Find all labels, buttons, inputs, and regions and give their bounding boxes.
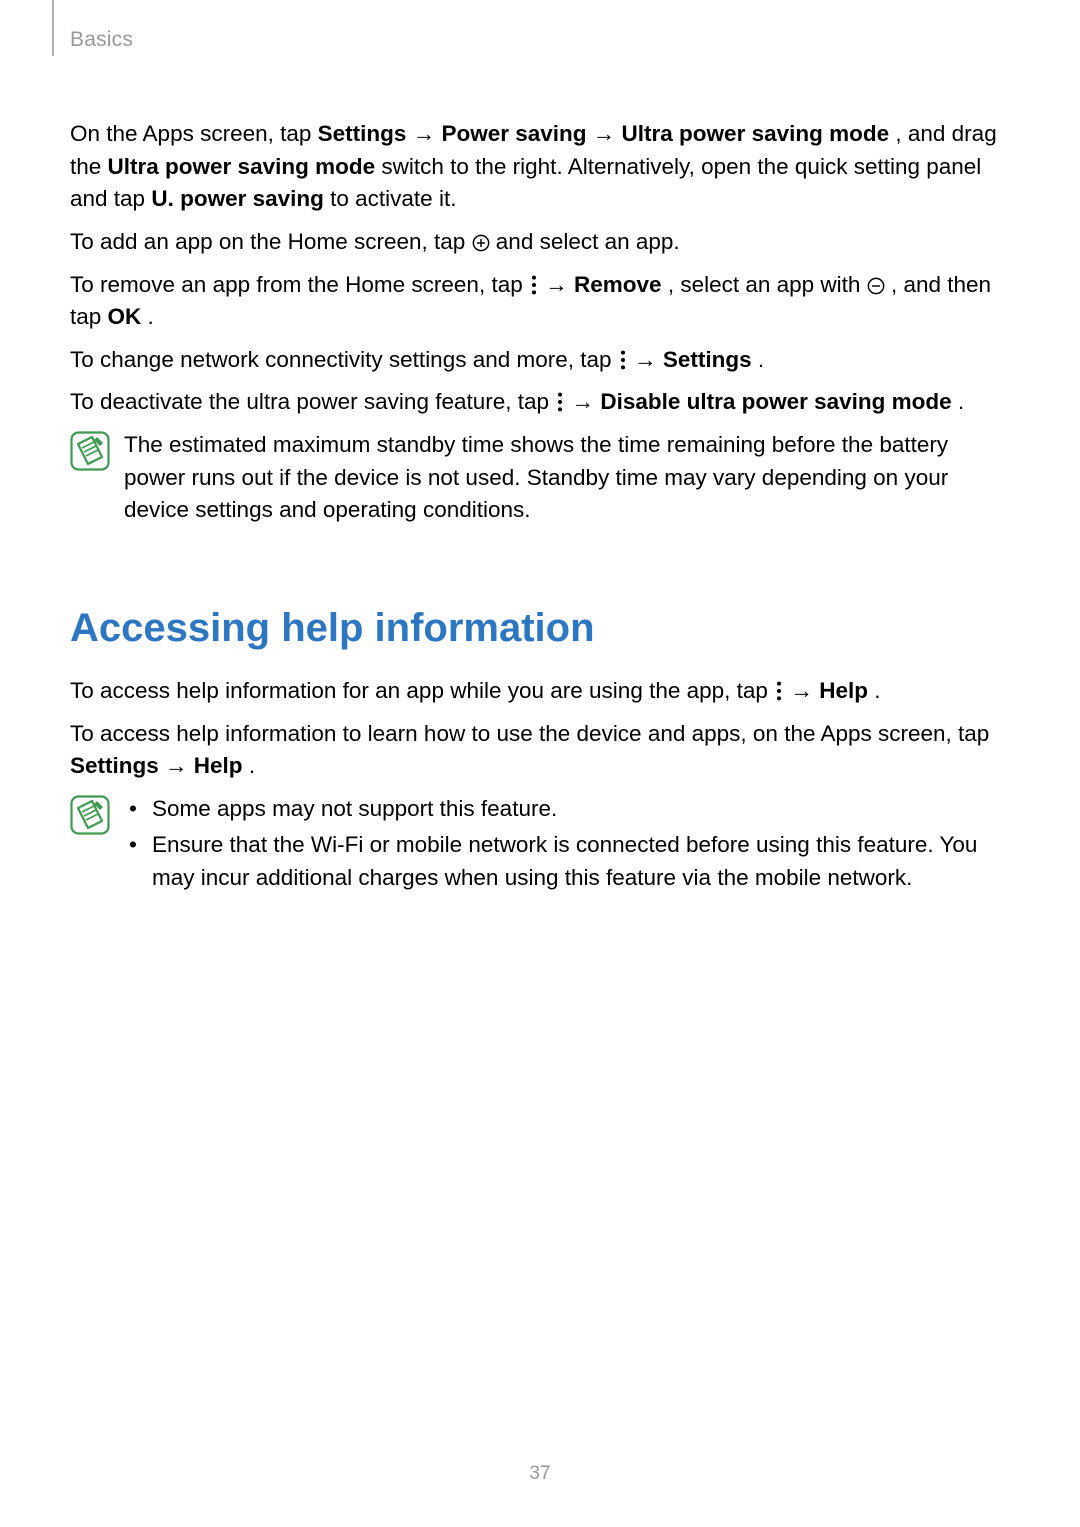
paragraph-power-1: On the Apps screen, tap Settings → Power… (70, 118, 1010, 216)
arrow-icon: → (165, 753, 188, 778)
paragraph-help-1: To access help information for an app wh… (70, 675, 1010, 708)
bullet-icon: • (124, 793, 142, 826)
text: To remove an app from the Home screen, t… (70, 272, 529, 297)
text: . (758, 347, 764, 372)
arrow-icon: → (545, 272, 568, 297)
paragraph-help-2: To access help information to learn how … (70, 718, 1010, 783)
text: . (249, 753, 255, 778)
text-bold-help: Help (194, 753, 243, 778)
text: . (874, 678, 880, 703)
list-item: • Ensure that the Wi-Fi or mobile networ… (124, 829, 1010, 894)
note-block-1: The estimated maximum standby time shows… (70, 429, 1010, 527)
arrow-icon: → (593, 121, 616, 146)
paragraph-power-2: To add an app on the Home screen, tap an… (70, 226, 1010, 259)
text: . (958, 389, 964, 414)
body-content: On the Apps screen, tap Settings → Power… (70, 118, 1010, 899)
note-text: The estimated maximum standby time shows… (124, 429, 1010, 527)
text-bold-ultra-mode: Ultra power saving mode (622, 121, 890, 146)
document-page: Basics On the Apps screen, tap Settings … (0, 0, 1080, 1527)
page-number: 37 (0, 1463, 1080, 1485)
kebab-icon (555, 390, 565, 412)
paragraph-power-3: To remove an app from the Home screen, t… (70, 269, 1010, 334)
paragraph-power-4: To change network connectivity settings … (70, 344, 1010, 377)
section-header: Basics (70, 28, 1010, 52)
text: . (148, 304, 154, 329)
kebab-icon (529, 273, 539, 295)
note-icon (70, 795, 110, 835)
note-icon (70, 431, 110, 471)
paragraph-power-5: To deactivate the ultra power saving fea… (70, 386, 1010, 419)
header-rule (52, 0, 54, 56)
text-bold-ultra-mode-2: Ultra power saving mode (108, 154, 376, 179)
bullet-icon: • (124, 829, 142, 894)
text-bold-ok: OK (108, 304, 142, 329)
text: On the Apps screen, tap (70, 121, 318, 146)
text: To access help information to learn how … (70, 721, 989, 746)
heading-accessing-help: Accessing help information (70, 599, 1010, 657)
arrow-icon: → (413, 121, 436, 146)
bullet-text: Some apps may not support this feature. (152, 793, 557, 826)
text-bold-settings: Settings (663, 347, 752, 372)
text: To change network connectivity settings … (70, 347, 618, 372)
arrow-icon: → (634, 347, 657, 372)
text-bold-disable-ultra: Disable ultra power saving mode (600, 389, 951, 414)
text: , select an app with (668, 272, 867, 297)
text-bold-remove: Remove (574, 272, 662, 297)
text: To add an app on the Home screen, tap (70, 229, 472, 254)
text-bold-settings: Settings (318, 121, 407, 146)
kebab-icon (618, 348, 628, 370)
text-bold-help: Help (819, 678, 868, 703)
note-bullets: • Some apps may not support this feature… (124, 793, 1010, 899)
text: To access help information for an app wh… (70, 678, 774, 703)
list-item: • Some apps may not support this feature… (124, 793, 1010, 826)
text-bold-settings: Settings (70, 753, 159, 778)
arrow-icon: → (790, 678, 813, 703)
text-bold-power-saving: Power saving (441, 121, 586, 146)
text-bold-u-power: U. power saving (151, 186, 324, 211)
text: and select an app. (496, 229, 680, 254)
minus-circle-icon (867, 272, 885, 290)
text: To deactivate the ultra power saving fea… (70, 389, 555, 414)
kebab-icon (774, 679, 784, 701)
bullet-text: Ensure that the Wi-Fi or mobile network … (152, 829, 1010, 894)
note-block-2: • Some apps may not support this feature… (70, 793, 1010, 899)
arrow-icon: → (572, 389, 595, 414)
text: to activate it. (330, 186, 456, 211)
plus-circle-icon (472, 229, 490, 247)
